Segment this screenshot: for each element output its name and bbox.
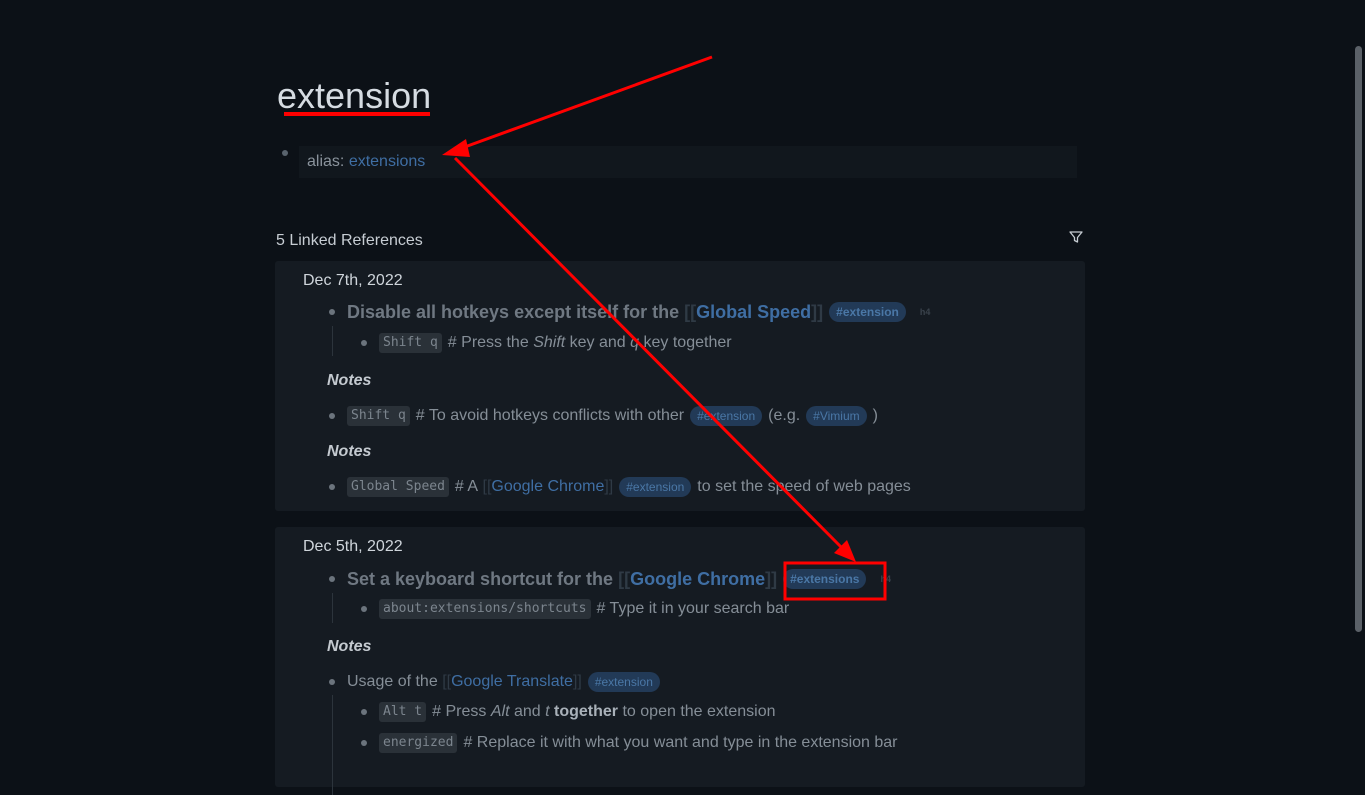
block-text: (e.g. xyxy=(768,407,801,424)
block-text: Usage of the xyxy=(347,673,438,690)
journal-date-link[interactable]: Dec 5th, 2022 xyxy=(303,538,403,556)
inline-code: Global Speed xyxy=(347,477,449,497)
notes-heading: Notes xyxy=(327,638,372,655)
reference-card: Dec 5th, 2022 Set a keyboard shortcut fo… xyxy=(275,527,1085,795)
link-bracket-open: [[ xyxy=(618,568,631,589)
link-bracket-open: [[ xyxy=(482,478,492,495)
reference-block[interactable]: Disable all hotkeys except itself for th… xyxy=(329,301,930,323)
emphasis-text: q xyxy=(630,334,640,351)
emphasis-text: Shift xyxy=(533,334,566,351)
linked-references-title[interactable]: 5 Linked References xyxy=(276,232,423,250)
page-link[interactable]: Google Chrome xyxy=(630,569,765,590)
inline-code: Alt t xyxy=(379,702,427,722)
page-link[interactable]: Google Translate xyxy=(451,673,573,691)
heading-level-badge: h4 xyxy=(880,574,891,584)
block-guide-line xyxy=(332,695,333,795)
block-text: key together xyxy=(643,334,732,351)
block-bullet[interactable] xyxy=(329,309,335,315)
property-value-link[interactable]: extensions xyxy=(349,153,426,170)
inline-code: Shift q xyxy=(347,406,410,426)
tag-link[interactable]: #extension xyxy=(690,406,763,426)
reference-block[interactable]: Shift q # To avoid hotkeys conflicts wit… xyxy=(329,404,878,428)
inline-code: energized xyxy=(379,733,458,753)
block-text: # A xyxy=(454,478,479,495)
link-bracket-close: ]] xyxy=(604,478,614,495)
block-text: ) xyxy=(872,407,878,424)
block-text: # Press the xyxy=(447,334,529,351)
block-text: # Replace it with what you want and type… xyxy=(463,734,898,751)
block-bullet[interactable] xyxy=(282,150,288,156)
heading-text: Disable all hotkeys except itself for th… xyxy=(347,301,680,322)
reference-card: Dec 7th, 2022 Disable all hotkeys except… xyxy=(275,261,1085,511)
link-bracket-open: [[ xyxy=(684,301,697,322)
block-bullet[interactable] xyxy=(361,340,367,346)
scrollbar[interactable] xyxy=(1355,46,1362,632)
block-bullet[interactable] xyxy=(361,740,367,746)
tag-link[interactable]: #extension xyxy=(829,302,906,322)
tag-link[interactable]: #extension xyxy=(619,477,692,497)
heading-text: Set a keyboard shortcut for the xyxy=(347,568,614,589)
block-text: and xyxy=(513,703,541,720)
page: extension alias: extensions 5 Linked Ref… xyxy=(0,0,1365,795)
block-text: to open the extension xyxy=(622,703,776,720)
block-bullet[interactable] xyxy=(329,484,335,490)
page-link[interactable]: Global Speed xyxy=(696,302,811,323)
block-guide-line xyxy=(332,593,333,623)
filter-icon[interactable] xyxy=(1069,230,1083,244)
journal-date-link[interactable]: Dec 7th, 2022 xyxy=(303,272,403,290)
child-block[interactable]: energized # Replace it with what you wan… xyxy=(361,732,898,754)
link-bracket-close: ]] xyxy=(572,673,582,690)
block-bullet[interactable] xyxy=(329,413,335,419)
child-block[interactable]: Shift q # Press the Shift key and q key … xyxy=(361,332,732,354)
block-bullet[interactable] xyxy=(361,709,367,715)
block-text: key and xyxy=(569,334,626,351)
child-block[interactable]: about:extensions/shortcuts # Type it in … xyxy=(361,598,789,620)
block-text: to set the speed of web pages xyxy=(697,478,911,495)
emphasis-text: t xyxy=(545,703,550,720)
reference-block[interactable]: Usage of the [[ Google Translate ]] #ext… xyxy=(329,670,666,694)
block-bullet[interactable] xyxy=(329,679,335,685)
link-bracket-open: [[ xyxy=(442,673,452,690)
block-bullet[interactable] xyxy=(361,606,367,612)
child-block[interactable]: Alt t # Press Alt and t together to open… xyxy=(361,701,776,723)
block-text: # Press xyxy=(432,703,487,720)
property-block[interactable]: alias: extensions xyxy=(299,146,1077,178)
block-bullet[interactable] xyxy=(329,576,335,582)
page-link[interactable]: Google Chrome xyxy=(491,478,604,496)
block-text: # To avoid hotkeys conflicts with other xyxy=(415,407,685,424)
reference-block[interactable]: Set a keyboard shortcut for the [[ Googl… xyxy=(329,567,891,591)
page-title[interactable]: extension xyxy=(277,74,431,118)
tag-link[interactable]: #extensions xyxy=(783,569,867,589)
reference-block[interactable]: Global Speed # A [[ Google Chrome ]] #ex… xyxy=(329,475,911,499)
link-bracket-close: ]] xyxy=(811,301,824,322)
arrow-annotation xyxy=(461,55,713,150)
link-bracket-close: ]] xyxy=(765,568,778,589)
inline-code: about:extensions/shortcuts xyxy=(379,599,591,619)
notes-heading: Notes xyxy=(327,443,372,460)
property-key: alias: xyxy=(307,153,345,170)
tag-link[interactable]: #Vimium xyxy=(806,406,867,426)
block-text: # Type it in your search bar xyxy=(596,600,790,617)
emphasis-text: Alt xyxy=(490,703,510,720)
heading-level-badge: h4 xyxy=(919,307,931,317)
notes-heading: Notes xyxy=(327,372,372,389)
bold-text: together xyxy=(554,703,619,720)
inline-code: Shift q xyxy=(379,333,442,353)
tag-link[interactable]: #extension xyxy=(587,672,660,692)
block-guide-line xyxy=(332,326,333,356)
